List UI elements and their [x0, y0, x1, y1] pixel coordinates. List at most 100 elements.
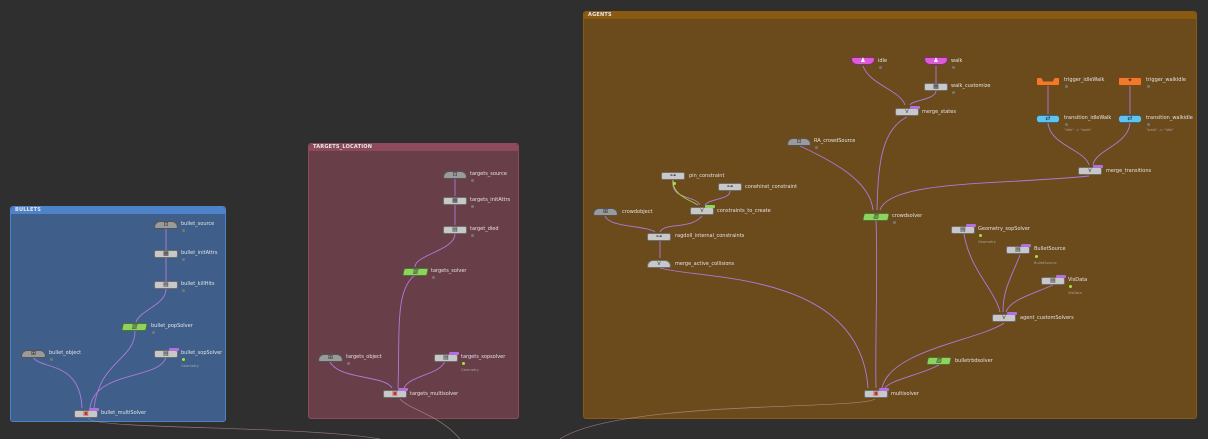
- node-sublabel: Geometry: [461, 368, 479, 372]
- node-indicator: [182, 358, 185, 361]
- state-icon: ♟: [860, 57, 866, 64]
- bullet-killhits-node[interactable]: ▤: [154, 281, 178, 289]
- node-label: merge_states: [922, 109, 956, 115]
- node-label: walk_customize: [951, 83, 991, 89]
- state-icon: ♟: [933, 57, 939, 64]
- bullet-source-node[interactable]: ⊡: [154, 221, 178, 229]
- node-indicator: [879, 66, 882, 69]
- node-label: targets_sopsolver: [461, 354, 506, 360]
- node-indicator: [152, 331, 155, 334]
- node-indicator: [1069, 285, 1072, 288]
- node-label: bullet_killHits: [181, 281, 215, 287]
- node-indicator: [1065, 85, 1068, 88]
- visdata-node[interactable]: ▤: [1041, 275, 1066, 285]
- network-editor-canvas[interactable]: BULLETS TARGETS_LOCATION AGENTS ⊡ bullet…: [0, 0, 1208, 439]
- node-sublabel: VisData: [1068, 291, 1082, 295]
- node-label: bullet_initAttrs: [181, 250, 218, 256]
- node-indicator: [471, 179, 474, 182]
- ra-crowdsource-node[interactable]: ⊡: [787, 138, 811, 146]
- node-indicator: [182, 289, 185, 292]
- object-icon: ⊞: [602, 208, 609, 215]
- node-indicator: [182, 258, 185, 261]
- transition-idlewalk-node[interactable]: ⇄: [1036, 115, 1060, 123]
- merge-transitions-node[interactable]: ⋎: [1078, 165, 1103, 175]
- source-icon: ⊡: [796, 138, 802, 145]
- merge-icon: ⋎: [1001, 314, 1007, 321]
- targets-source-node[interactable]: ⊡: [443, 171, 467, 179]
- target-died-node[interactable]: ▤: [443, 226, 467, 234]
- transition-icon: ⇄: [1045, 115, 1051, 122]
- targets-initattrs-node[interactable]: ▦: [443, 197, 467, 205]
- node-label: agent_customSolvers: [1020, 315, 1074, 321]
- node-label: bulletrbdsolver: [955, 358, 993, 364]
- node-label: merge_transitions: [1106, 168, 1152, 174]
- targets-sopsolver-node[interactable]: ▤: [434, 352, 459, 362]
- geometry-sopsolver-node[interactable]: ▤: [951, 224, 976, 234]
- sop-icon: ▤: [443, 354, 449, 361]
- transition-walkidle-node[interactable]: ⇄: [1118, 115, 1142, 123]
- source-icon: ⊡: [163, 221, 169, 228]
- node-indicator: [462, 362, 465, 365]
- constraints-to-create-node[interactable]: ⋎: [690, 205, 715, 215]
- targets-multisolver-node[interactable]: ▣: [383, 388, 408, 398]
- targets-solver-node[interactable]: ▥: [402, 268, 429, 276]
- agent-customsolvers-node[interactable]: ⋎: [992, 312, 1017, 322]
- wrangle-icon: ▦: [163, 250, 169, 257]
- pop-icon: ▥: [412, 268, 420, 275]
- node-sublabel: Geometry: [978, 240, 996, 244]
- sop-icon: ▤: [1050, 277, 1056, 284]
- constraint-icon: ⊶: [670, 172, 676, 179]
- node-indicator: [952, 66, 955, 69]
- node-label: targets_initAttrs: [470, 197, 511, 203]
- node-label: trigger_idleWalk: [1064, 77, 1105, 83]
- node-indicator: [979, 234, 982, 237]
- wrangle-icon: ▦: [452, 197, 458, 204]
- trigger-icon: ✦: [1127, 77, 1133, 84]
- ragdoll-internal-constraints-node[interactable]: ⊶: [647, 233, 671, 241]
- source-icon: ⊡: [452, 171, 458, 178]
- bullet-object-node[interactable]: ⊞: [21, 350, 46, 358]
- node-indicator: [673, 182, 676, 185]
- trigger-walkidle-node[interactable]: ✦: [1118, 77, 1142, 86]
- solver-icon: ▥: [935, 357, 943, 364]
- node-indicator: [1147, 85, 1150, 88]
- merge-icon: ⋎: [1087, 167, 1093, 174]
- multisolver-icon: ▣: [83, 410, 89, 417]
- node-label: RA_crowdSource: [814, 138, 856, 144]
- connection-wires: [32, 65, 1131, 439]
- targets-object-node[interactable]: ⊞: [318, 354, 343, 362]
- sop-icon: ▤: [163, 350, 169, 357]
- bullet-sopsolver-node[interactable]: ▤: [154, 348, 179, 358]
- bullet-initattrs-node[interactable]: ▦: [154, 250, 178, 258]
- sop-icon: ▤: [163, 281, 169, 288]
- merge-icon: ⋎: [904, 108, 910, 115]
- pin-constraint-node[interactable]: ⊶: [661, 172, 685, 180]
- walk-state-node[interactable]: ♟: [924, 57, 948, 65]
- pop-icon: ▥: [131, 323, 139, 330]
- multisolver-icon: ▣: [392, 390, 398, 397]
- node-sublabel: "walk" -> "idle": [1146, 128, 1174, 132]
- node-indicator: [50, 358, 53, 361]
- bullet-multisolver-node[interactable]: ▣: [74, 408, 99, 418]
- node-label: constraints_to_create: [717, 208, 771, 214]
- node-indicator: [1035, 255, 1038, 258]
- node-indicator: [432, 276, 435, 279]
- node-label: crowdobject: [622, 209, 653, 215]
- node-indicator: [182, 229, 185, 232]
- constraint-icon: ⊶: [727, 183, 733, 190]
- bulletrbdsolver-node[interactable]: ▥: [926, 357, 952, 365]
- multisolver-node[interactable]: ▣: [864, 388, 889, 398]
- merge-states-node[interactable]: ⋎: [895, 106, 920, 116]
- conehinst-constraint-node[interactable]: ⊶: [718, 183, 742, 191]
- walk-customize-node[interactable]: ▦: [924, 83, 948, 91]
- bullet-popsolver-node[interactable]: ▥: [121, 323, 148, 331]
- node-indicator: [815, 146, 818, 149]
- multisolver-icon: ▣: [873, 390, 879, 397]
- bulletsource-node[interactable]: ▤: [1006, 244, 1031, 254]
- crowdsolver-node[interactable]: ▥: [862, 213, 890, 221]
- idle-state-node[interactable]: ♟: [851, 57, 875, 65]
- wrangle-icon: ▦: [933, 83, 939, 90]
- sop-icon: ▤: [1015, 246, 1021, 253]
- merge-active-collisions-node[interactable]: ⋎: [647, 260, 671, 268]
- crowdobject-node[interactable]: ⊞: [593, 208, 618, 216]
